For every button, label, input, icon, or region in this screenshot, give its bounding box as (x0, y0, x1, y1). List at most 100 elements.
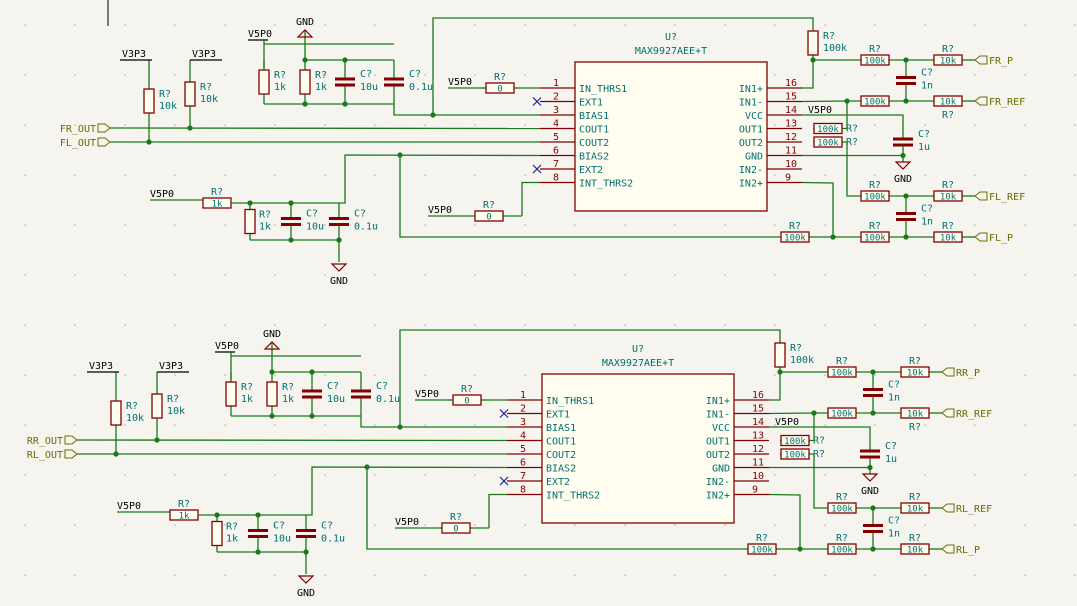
grid-dot (174, 324, 176, 326)
grid-dot (874, 274, 876, 276)
grid-dot (374, 174, 376, 176)
grid-dot (124, 24, 126, 26)
grid-dot (124, 474, 126, 476)
junction-dot (303, 549, 309, 555)
grid-dot (724, 324, 726, 326)
resistor-body[interactable] (211, 520, 223, 547)
resistor-value: 100k (784, 451, 806, 461)
grid-dot (24, 74, 26, 76)
resistor-ref: R? (836, 356, 848, 367)
resistor-body[interactable] (807, 30, 819, 56)
resistor-body[interactable] (184, 81, 196, 107)
capacitor-value: 1u (885, 454, 897, 465)
resistor-value: 10k (126, 413, 144, 424)
resistor-ref: R? (942, 44, 954, 55)
ground-label: GND (894, 174, 912, 185)
pin-number: 1 (520, 390, 526, 401)
grid-dot (174, 424, 176, 426)
junction-dot (302, 101, 308, 107)
junction-dot (342, 57, 348, 63)
resistor-body[interactable] (266, 381, 278, 407)
ground-icon (894, 161, 912, 170)
junction-dot (302, 57, 308, 63)
pin-number: 7 (520, 471, 526, 482)
wire (810, 453, 827, 509)
hierarchical-label-shape (97, 137, 111, 147)
junction-dot (309, 369, 315, 375)
pin-name: BIAS1 (546, 423, 576, 434)
grid-dot (874, 574, 876, 576)
resistor-body[interactable] (258, 69, 270, 95)
grid-dot (524, 374, 526, 376)
capacitor-ref: C? (921, 204, 933, 215)
grid-dot (1024, 324, 1026, 326)
power-net-label: V5P0 (428, 205, 452, 216)
grid-dot (424, 424, 426, 426)
grid-dot (774, 574, 776, 576)
grid-dot (224, 324, 226, 326)
resistor-value: 100k (864, 234, 886, 244)
pin-name: EXT2 (546, 477, 570, 488)
resistor-value: 100k (864, 98, 886, 108)
resistor-body[interactable] (151, 393, 163, 419)
resistor-value: 100k (784, 234, 806, 244)
grid-dot (474, 424, 476, 426)
resistor-ref: R? (846, 124, 858, 135)
resistor-ref: R? (909, 422, 921, 433)
resistor-ref: R? (241, 382, 253, 393)
grid-dot (424, 574, 426, 576)
resistor-value: 10k (907, 546, 924, 556)
grid-dot (74, 224, 76, 226)
capacitor-value: 0.1u (354, 222, 378, 233)
grid-dot (924, 574, 926, 576)
resistor-value: 100k (864, 57, 886, 67)
capacitor-value: 10u (327, 394, 345, 405)
resistor-body[interactable] (774, 342, 786, 368)
grid-dot (24, 474, 26, 476)
junction-dot (187, 125, 193, 131)
grid-dot (424, 74, 426, 76)
grid-dot (724, 274, 726, 276)
grid-dot (674, 224, 676, 226)
grid-dot (524, 324, 526, 326)
grid-dot (724, 224, 726, 226)
grid-dot (774, 524, 776, 526)
wire (768, 412, 827, 415)
grid-dot (374, 24, 376, 26)
wire (801, 100, 860, 103)
pin-number: 4 (520, 431, 526, 442)
grid-dot (774, 174, 776, 176)
capacitor-value: 0.1u (321, 534, 345, 545)
resistor-body[interactable] (225, 381, 237, 407)
grid-dot (624, 324, 626, 326)
power-net-label: V5P0 (117, 501, 141, 512)
resistor-body[interactable] (143, 88, 155, 114)
resistor-ref: R? (909, 533, 921, 544)
grid-dot (874, 374, 876, 376)
resistor-ref: R? (789, 221, 801, 232)
grid-dot (474, 274, 476, 276)
pin-name: COUT1 (546, 437, 576, 448)
resistor-ref: R? (942, 180, 954, 191)
resistor-ref: R? (836, 492, 848, 503)
pin-name: GND (745, 152, 763, 163)
resistor-body[interactable] (299, 69, 311, 95)
pin-name: IN2+ (706, 491, 730, 502)
grid-dot (874, 24, 876, 26)
grid-dot (174, 124, 176, 126)
grid-dot (774, 324, 776, 326)
grid-dot (324, 224, 326, 226)
grid-dot (74, 174, 76, 176)
capacitor-value: 0.1u (409, 82, 433, 93)
pin-number: 3 (553, 105, 559, 116)
grid-dot (24, 524, 26, 526)
resistor-ref: R? (461, 384, 473, 395)
grid-dot (1074, 74, 1076, 76)
wire (801, 181, 834, 237)
grid-dot (324, 424, 326, 426)
resistor-body[interactable] (110, 400, 122, 426)
power-net-label: V5P0 (395, 517, 419, 528)
grid-dot (324, 574, 326, 576)
grid-dot (774, 274, 776, 276)
resistor-body[interactable] (244, 208, 256, 235)
